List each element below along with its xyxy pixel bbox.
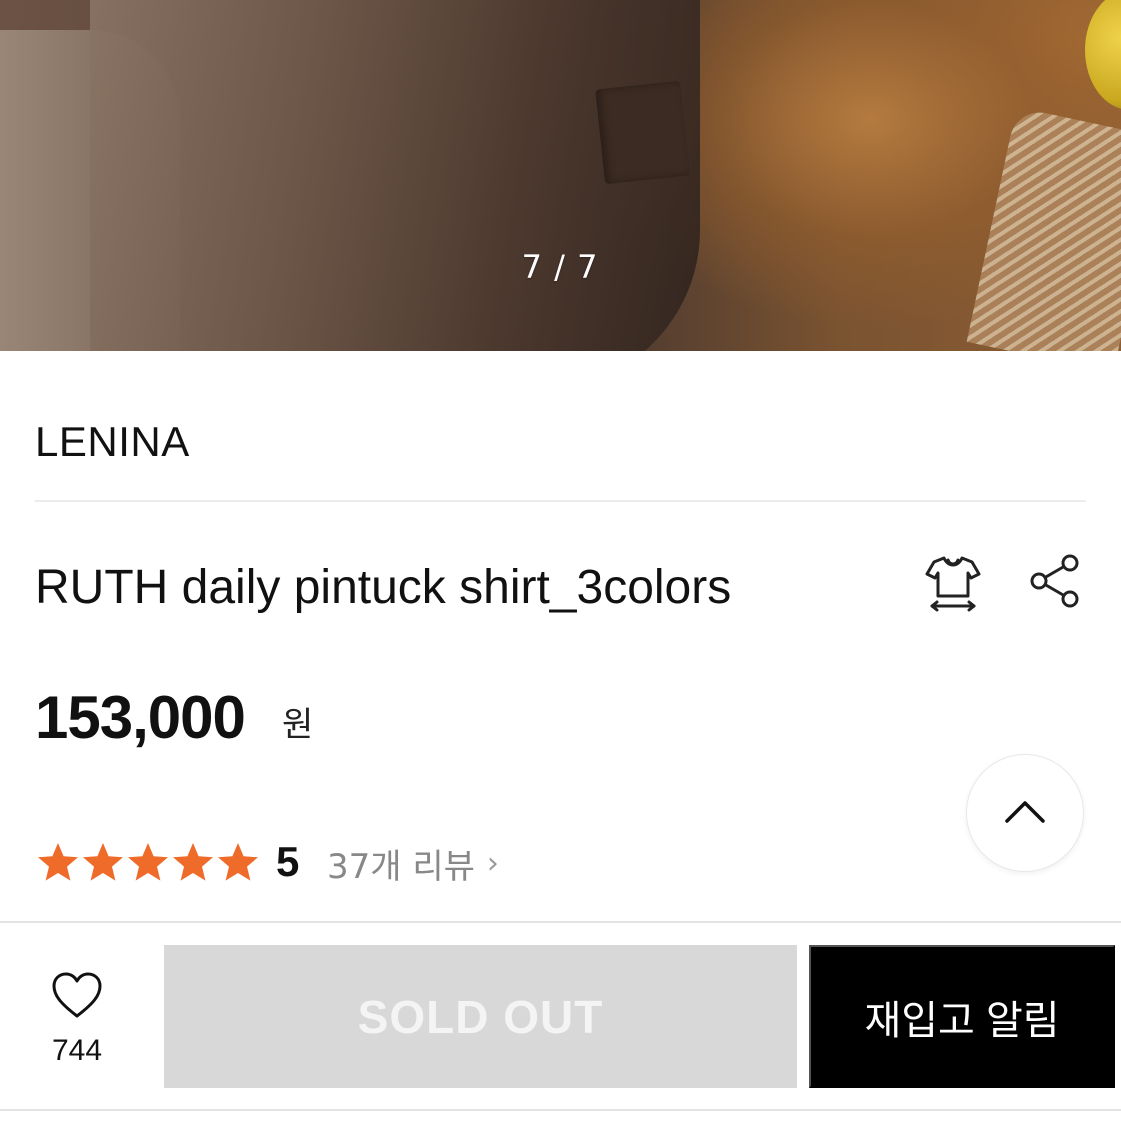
chevron-up-icon	[1005, 801, 1045, 823]
scroll-top-button[interactable]	[966, 754, 1084, 872]
restock-alert-button[interactable]: 재입고 알림	[809, 945, 1115, 1088]
heart-icon	[52, 972, 102, 1018]
chevron-right-icon: ›	[486, 845, 499, 881]
bottom-bar-divider	[0, 921, 1121, 923]
price-currency: 원	[282, 705, 314, 745]
reviews-link[interactable]: 37개 리뷰 ›	[327, 840, 499, 887]
bottom-bar-bottom-border	[0, 1109, 1121, 1111]
image-basket	[966, 107, 1121, 351]
like-count: 744	[51, 1034, 103, 1067]
like-button[interactable]: 744	[25, 970, 129, 1080]
reviews-count-label: 37개 리뷰	[327, 846, 475, 887]
product-image-carousel[interactable]: 7 / 7	[0, 0, 1121, 351]
rating-score: 5	[276, 838, 300, 885]
divider	[35, 500, 1086, 502]
star-icon	[38, 843, 78, 881]
brand-name[interactable]: LENINA	[35, 418, 190, 466]
star-icon	[218, 843, 258, 881]
rating-stars	[36, 840, 260, 886]
product-title: RUTH daily pintuck shirt_3colors	[35, 561, 732, 614]
product-price: 153,000	[35, 684, 246, 751]
sold-out-button[interactable]: SOLD OUT	[164, 945, 797, 1088]
star-icon	[173, 843, 213, 881]
image-pocket	[595, 80, 690, 185]
star-icon	[128, 843, 168, 881]
image-counter: 7 / 7	[521, 248, 599, 286]
share-icon[interactable]	[1026, 552, 1084, 610]
image-yellow-object	[1085, 0, 1121, 110]
tshirt-size-icon[interactable]	[922, 552, 984, 614]
star-icon	[83, 843, 123, 881]
